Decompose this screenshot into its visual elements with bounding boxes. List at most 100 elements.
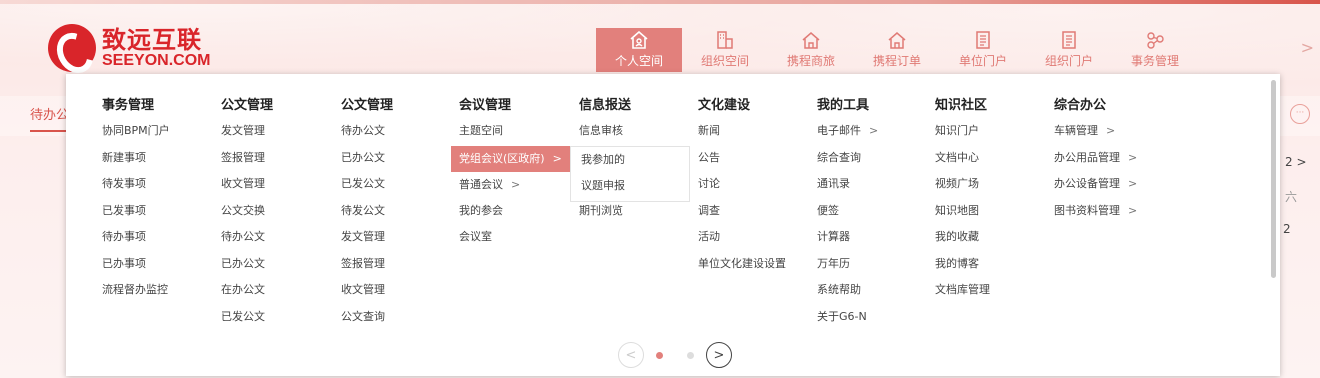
nav-label: 组织空间 [700,54,749,68]
mega-menu-panel: 事务管理 协同BPM门户 新建事项 待发事项 已发事项 待办事项 已办事项 流程… [66,74,1280,376]
menu-item[interactable]: 已发事项 [102,198,146,224]
menu-item[interactable]: 待办公文 [341,118,385,144]
menu-column-title: 知识社区 [935,98,988,113]
brand-logo[interactable]: 致远互联 SEEYON.COM [48,22,210,74]
background-tab-underline [30,130,66,132]
nav-item-unit-portal[interactable]: 单位门户 [940,28,1026,72]
menu-item[interactable]: 主题空间 [459,118,503,144]
pager-next-button[interactable]: > [706,342,732,368]
menu-item-library[interactable]: 图书资料管理 > [1054,198,1137,224]
menu-item[interactable]: 公告 [698,145,720,171]
building-icon [715,31,735,49]
menu-item-office-equipment[interactable]: 办公设备管理 > [1054,171,1137,197]
menu-item[interactable]: 我的博客 [935,251,979,277]
menu-item[interactable]: 已办公文 [221,251,265,277]
menu-item[interactable]: 信息审核 [579,118,623,144]
menu-item-label: 图书资料管理 [1054,204,1120,217]
menu-item-office-supplies[interactable]: 办公用品管理 > [1054,145,1137,171]
menu-item[interactable]: 公文交换 [221,198,265,224]
document-icon [973,31,993,49]
menu-item[interactable]: 视频广场 [935,171,979,197]
menu-item[interactable]: 调查 [698,198,720,224]
chevron-right-icon: > [1128,151,1138,164]
menu-item[interactable]: 待发事项 [102,171,146,197]
background-tab[interactable]: 待办公 [30,104,69,123]
menu-item[interactable]: 活动 [698,224,720,250]
nav-next-icon[interactable]: > [1301,38,1314,57]
menu-item[interactable]: 讨论 [698,171,720,197]
top-stripe [0,0,1320,4]
nav-item-org-space[interactable]: 组织空间 [682,28,768,72]
menu-item-email[interactable]: 电子邮件 > [817,118,878,144]
background-text: 2 > [1285,155,1307,169]
seeyon-logo-icon [48,24,96,72]
menu-item[interactable]: 发文管理 [341,224,385,250]
menu-item[interactable]: 综合查询 [817,145,861,171]
flow-icon [1145,31,1165,49]
menu-item[interactable]: 待发公文 [341,198,385,224]
menu-item[interactable]: 新建事项 [102,145,146,171]
menu-item-label: 办公用品管理 [1054,151,1120,164]
menu-pager: < > [618,342,732,368]
menu-item[interactable]: 待办事项 [102,224,146,250]
menu-item[interactable]: 签报管理 [341,251,385,277]
menu-item[interactable]: 公文查询 [341,304,385,330]
top-nav: 个人空间 组织空间 携程商旅 携程订单 单位门户 组织门户 事务管理 [596,28,1198,72]
nav-item-ctrip-orders[interactable]: 携程订单 [854,28,940,72]
menu-item[interactable]: 我的收藏 [935,224,979,250]
brand-name-en: SEEYON.COM [102,52,211,69]
menu-item[interactable]: 文档中心 [935,145,979,171]
menu-item[interactable]: 通讯录 [817,171,850,197]
menu-item[interactable]: 已办事项 [102,251,146,277]
menu-item-vehicle[interactable]: 车辆管理 > [1054,118,1115,144]
submenu-item[interactable]: 议题申报 [581,173,625,199]
menu-item[interactable]: 已发公文 [221,304,265,330]
menu-item[interactable]: 发文管理 [221,118,265,144]
menu-column-title: 公文管理 [341,98,394,113]
menu-column-title: 信息报送 [579,98,632,113]
menu-item[interactable]: 在办公文 [221,277,265,303]
nav-item-ctrip-travel[interactable]: 携程商旅 [768,28,854,72]
nav-item-affairs[interactable]: 事务管理 [1112,28,1198,72]
menu-item[interactable]: 签报管理 [221,145,265,171]
menu-item[interactable]: 我的参会 [459,198,503,224]
menu-item[interactable]: 收文管理 [221,171,265,197]
pager-prev-button[interactable]: < [618,342,644,368]
home-user-icon [629,31,649,49]
menu-item-party-meeting[interactable]: 党组会议(区政府) > [451,146,579,172]
menu-item[interactable]: 已办公文 [341,145,385,171]
document-icon [1059,31,1079,49]
menu-item-general-meeting[interactable]: 普通会议 > [459,172,520,198]
nav-item-org-portal[interactable]: 组织门户 [1026,28,1112,72]
nav-label: 组织门户 [1044,54,1093,68]
pager-dot-active[interactable] [656,351,663,359]
chevron-right-icon: > [869,124,879,137]
menu-item[interactable]: 便签 [817,198,839,224]
menu-item[interactable]: 知识地图 [935,198,979,224]
background-text: 六 [1285,190,1298,204]
menu-item[interactable]: 文档库管理 [935,277,990,303]
menu-item[interactable]: 待办公文 [221,224,265,250]
menu-column-title: 会议管理 [459,98,512,113]
nav-item-personal-space[interactable]: 个人空间 [596,28,682,72]
pager-dot[interactable] [687,351,694,359]
menu-item[interactable]: 万年历 [817,251,850,277]
menu-item-label: 办公设备管理 [1054,177,1120,190]
menu-item[interactable]: 收文管理 [341,277,385,303]
scrollbar[interactable] [1271,80,1276,278]
menu-column-title: 公文管理 [221,98,274,113]
background-text: 2 [1283,222,1291,236]
more-icon[interactable]: ··· [1290,104,1310,124]
menu-item[interactable]: 关于G6-N [817,304,867,330]
menu-item[interactable]: 新闻 [698,118,720,144]
nav-label: 携程商旅 [786,54,835,68]
menu-item[interactable]: 知识门户 [935,118,979,144]
menu-item[interactable]: 系统帮助 [817,277,861,303]
submenu-item[interactable]: 我参加的 [581,147,625,173]
menu-item[interactable]: 已发公文 [341,171,385,197]
menu-item[interactable]: 流程督办监控 [102,277,168,303]
menu-item[interactable]: 计算器 [817,224,850,250]
menu-item[interactable]: 单位文化建设设置 [698,251,786,277]
menu-item[interactable]: 会议室 [459,224,492,250]
menu-item[interactable]: 协同BPM门户 [102,118,170,144]
